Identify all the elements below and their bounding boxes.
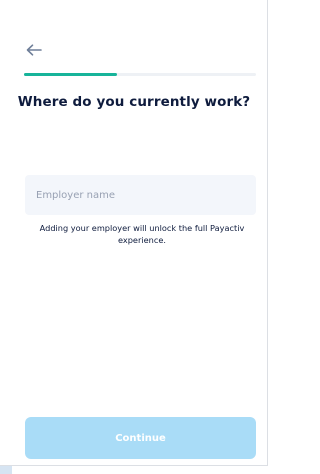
back-button[interactable] [24,40,44,60]
progress-bar [24,73,256,76]
progress-bar-fill [24,73,117,76]
window-corner-mark [0,466,12,474]
onboarding-screen: Where do you currently work? Adding your… [0,0,268,466]
employer-hint-text: Adding your employer will unlock the ful… [39,223,245,245]
arrow-left-icon [26,44,42,56]
employer-name-input[interactable] [25,175,256,215]
continue-button[interactable]: Continue [25,417,256,459]
page-title: Where do you currently work? [17,94,251,110]
